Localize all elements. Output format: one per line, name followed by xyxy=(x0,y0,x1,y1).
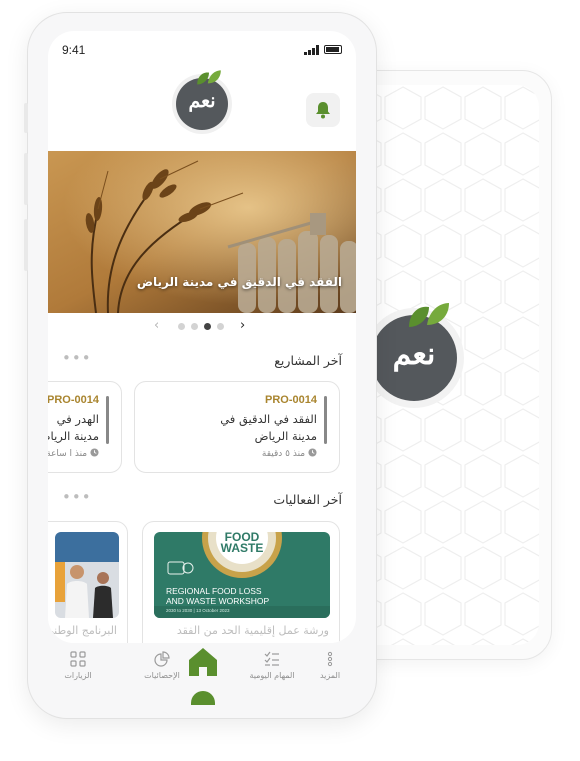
event-poster: FOOD WASTE REGIONAL FOOD LOSS AND WASTE … xyxy=(154,532,330,618)
carousel-next-button[interactable]: › xyxy=(240,319,245,333)
pager-dot[interactable] xyxy=(178,323,185,330)
event-photo xyxy=(55,532,119,618)
hero-caption: الفقد في الدقيق في مدينة الرياض xyxy=(136,275,342,289)
bottom-tab-bar: المزيد المهام اليومية الإحصائيات الزيارا… xyxy=(48,643,356,705)
status-bar: 9:41 xyxy=(48,31,356,69)
leaf-icon xyxy=(409,303,449,327)
event-photo-image xyxy=(55,532,119,618)
home-screen: 9:41 نعم الفقد في الدقيق في مدينة الرياض… xyxy=(48,31,356,643)
project-time: منذ ٥ دقيقة xyxy=(262,448,317,459)
project-time-text: منذ ا ساعة xyxy=(48,449,88,459)
tab-daily-tasks[interactable]: المهام اليومية xyxy=(242,651,302,680)
volume-down-button xyxy=(24,219,28,271)
home-active-indicator xyxy=(191,691,215,705)
leaf-icon xyxy=(197,70,221,85)
projects-section-title: آخر المشاريع xyxy=(274,353,342,368)
pager-dot[interactable] xyxy=(217,323,224,330)
tab-label: المهام اليومية xyxy=(249,671,295,680)
project-card[interactable]: PRO-0014 الفقد في الدقيق في مدينة الرياض… xyxy=(134,381,340,473)
clock-icon xyxy=(90,448,99,457)
projects-more-button[interactable]: ••• xyxy=(62,349,92,367)
carousel-prev-button[interactable]: ‹ xyxy=(154,319,159,333)
notifications-button[interactable] xyxy=(306,93,340,127)
volume-up-button xyxy=(24,153,28,205)
carousel-pager: ‹ › xyxy=(48,319,356,333)
mute-switch xyxy=(24,103,28,133)
hero-carousel[interactable]: الفقد في الدقيق في مدينة الرياض xyxy=(48,151,356,313)
events-section-title: آخر الفعاليات xyxy=(273,492,342,507)
tab-label: المزيد xyxy=(319,671,341,680)
stage: نعم 9:41 نعم الفقد في الدقيق في مدينة ال… xyxy=(0,0,580,761)
project-time-text: منذ ٥ دقيقة xyxy=(261,449,306,459)
pager-dot-active[interactable] xyxy=(204,323,211,330)
visits-icon xyxy=(70,651,86,667)
status-time: 9:41 xyxy=(62,43,86,57)
splash-logo-text: نعم xyxy=(392,337,436,372)
battery-icon xyxy=(324,45,342,54)
stats-icon xyxy=(154,651,170,667)
signal-icon xyxy=(304,45,319,55)
tasks-icon xyxy=(264,651,279,666)
pager-dot[interactable] xyxy=(191,323,198,330)
tab-visits[interactable]: الزيارات xyxy=(48,651,108,680)
poster-regional-text: REGIONAL FOOD LOSS xyxy=(166,586,262,596)
event-card[interactable]: البرنامج الوطني xyxy=(48,521,128,643)
event-card[interactable]: FOOD WASTE REGIONAL FOOD LOSS AND WASTE … xyxy=(142,521,340,643)
phone-frame: 9:41 نعم الفقد في الدقيق في مدينة الرياض… xyxy=(24,12,377,719)
bell-icon xyxy=(316,102,330,119)
more-icon xyxy=(327,651,333,667)
project-title: الفقد في الدقيق في مدينة الرياض xyxy=(220,412,317,443)
poster-title: FOOD WASTE xyxy=(154,532,330,554)
poster-date: 2030 to 2030 | 13 October 2023 xyxy=(166,608,230,613)
project-card-accent xyxy=(106,396,109,444)
tab-label: الزيارات xyxy=(64,671,92,680)
tab-statistics[interactable]: الإحصائيات xyxy=(132,651,192,680)
poster-waste-text: WASTE xyxy=(220,541,264,555)
poster-subtitle: REGIONAL FOOD LOSS AND WASTE WORKSHOP xyxy=(166,586,269,606)
app-logo: نعم xyxy=(176,70,228,130)
poster-workshop-text: AND WASTE WORKSHOP xyxy=(166,596,270,606)
project-card-accent xyxy=(324,396,327,444)
project-title: الهدر في مدينة الرياض xyxy=(48,412,99,443)
events-more-button[interactable]: ••• xyxy=(62,488,92,506)
project-card[interactable]: PRO-0014 الهدر في مدينة الرياض منذ ا ساع… xyxy=(48,381,122,473)
splash-logo: نعم xyxy=(371,303,457,401)
tab-label: الإحصائيات xyxy=(144,671,180,680)
project-code: PRO-0014 xyxy=(48,394,99,406)
project-code: PRO-0014 xyxy=(265,394,317,406)
project-time: منذ ا ساعة xyxy=(48,448,99,459)
app-logo-text: نعم xyxy=(188,90,216,112)
event-title: ورشة عمل إقليمية الحد من الفقد xyxy=(176,624,329,637)
event-title: البرنامج الوطني xyxy=(48,624,117,637)
clock-icon xyxy=(308,448,317,457)
tab-more[interactable]: المزيد xyxy=(310,651,350,680)
